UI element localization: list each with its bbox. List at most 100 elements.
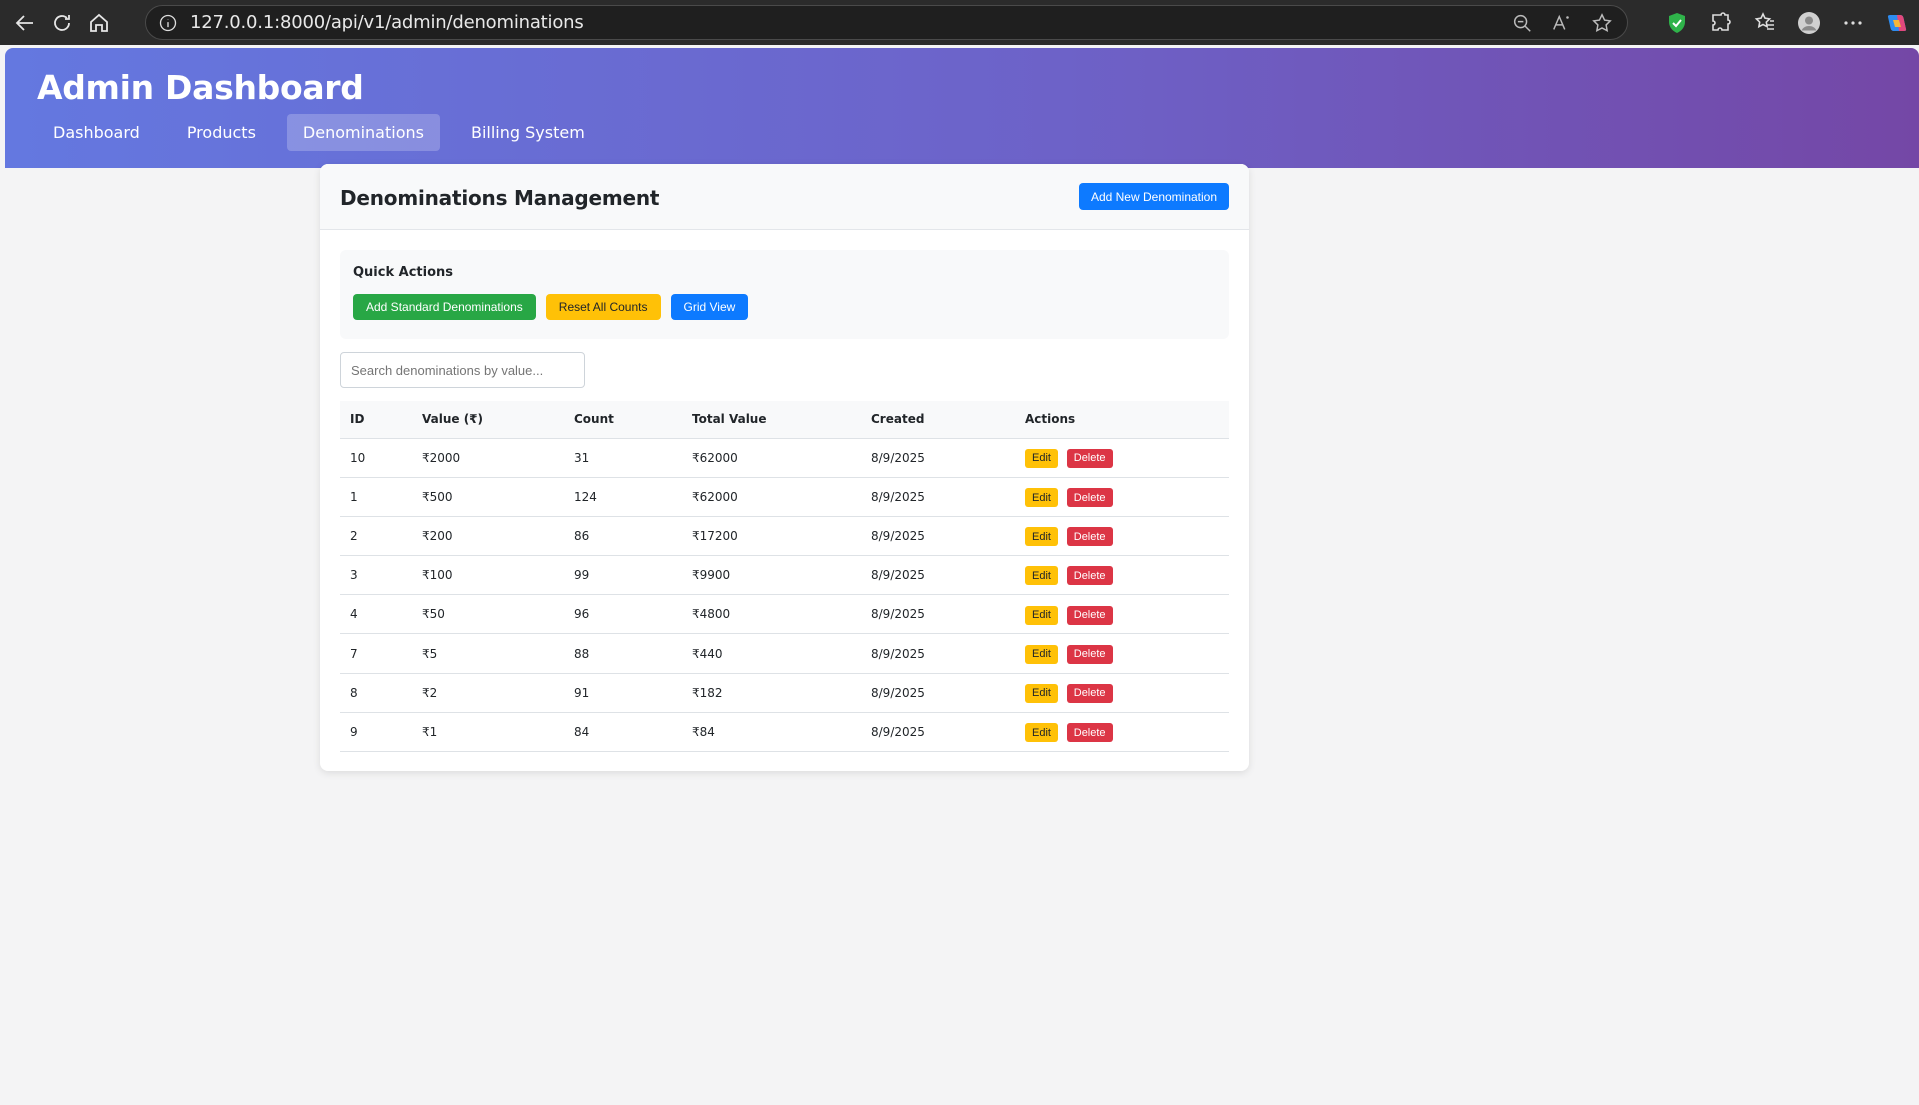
shield-extension-icon[interactable] bbox=[1655, 0, 1699, 45]
edit-button[interactable]: Edit bbox=[1025, 566, 1058, 586]
main-nav: Dashboard Products Denominations Billing… bbox=[37, 114, 1919, 151]
col-count: Count bbox=[564, 401, 682, 439]
url-text: 127.0.0.1:8000/api/v1/admin/denomination… bbox=[190, 12, 584, 33]
reset-all-counts-button[interactable]: Reset All Counts bbox=[545, 294, 661, 320]
cell-value: ₹50 bbox=[412, 594, 564, 635]
cell-created: 8/9/2025 bbox=[861, 712, 1015, 753]
cell-total-value: ₹440 bbox=[682, 633, 861, 674]
app-header: Admin Dashboard Dashboard Products Denom… bbox=[5, 48, 1919, 168]
cell-value: ₹2000 bbox=[412, 438, 564, 478]
cell-count: 88 bbox=[564, 633, 682, 674]
cell-total-value: ₹9900 bbox=[682, 555, 861, 596]
cell-id: 8 bbox=[340, 673, 412, 713]
cell-total-value: ₹17200 bbox=[682, 516, 861, 557]
nav-billing-system[interactable]: Billing System bbox=[455, 114, 601, 151]
col-total-value: Total Value bbox=[682, 401, 861, 439]
app-window: Admin Dashboard Dashboard Products Denom… bbox=[5, 48, 1919, 1105]
cell-actions: Edit Delete bbox=[1015, 633, 1229, 674]
delete-button[interactable]: Delete bbox=[1066, 683, 1113, 703]
cell-actions: Edit Delete bbox=[1015, 712, 1229, 753]
edit-button[interactable]: Edit bbox=[1025, 488, 1058, 508]
col-value: Value (₹) bbox=[412, 401, 564, 439]
delete-button[interactable]: Delete bbox=[1066, 605, 1113, 625]
cell-actions: Edit Delete bbox=[1015, 438, 1229, 478]
cell-created: 8/9/2025 bbox=[861, 594, 1015, 635]
cell-actions: Edit Delete bbox=[1015, 673, 1229, 713]
cell-actions: Edit Delete bbox=[1015, 516, 1229, 557]
cell-count: 124 bbox=[564, 477, 682, 517]
cell-count: 86 bbox=[564, 516, 682, 557]
read-aloud-icon[interactable] bbox=[1551, 12, 1573, 34]
quick-actions-title: Quick Actions bbox=[353, 265, 454, 280]
cell-created: 8/9/2025 bbox=[861, 633, 1015, 674]
search-input[interactable] bbox=[340, 352, 585, 388]
col-actions: Actions bbox=[1015, 401, 1229, 439]
copilot-icon[interactable] bbox=[1875, 0, 1919, 45]
nav-products[interactable]: Products bbox=[171, 114, 272, 151]
refresh-icon[interactable] bbox=[45, 6, 79, 40]
card-header: Denominations Management Add New Denomin… bbox=[320, 164, 1249, 230]
edit-button[interactable]: Edit bbox=[1025, 605, 1058, 625]
table-row: 10 ₹2000 31 ₹62000 8/9/2025 Edit Delete bbox=[340, 438, 1229, 478]
table-row: 7 ₹5 88 ₹440 8/9/2025 Edit Delete bbox=[340, 633, 1229, 674]
nav-denominations[interactable]: Denominations bbox=[286, 114, 440, 151]
cell-total-value: ₹84 bbox=[682, 712, 861, 753]
cell-id: 9 bbox=[340, 712, 412, 753]
col-id: ID bbox=[340, 401, 412, 439]
edit-button[interactable]: Edit bbox=[1025, 448, 1058, 468]
back-icon[interactable] bbox=[8, 6, 42, 40]
cell-value: ₹2 bbox=[412, 673, 564, 713]
cell-created: 8/9/2025 bbox=[861, 438, 1015, 478]
table-row: 3 ₹100 99 ₹9900 8/9/2025 Edit Delete bbox=[340, 555, 1229, 596]
cell-id: 4 bbox=[340, 594, 412, 635]
table-row: 8 ₹2 91 ₹182 8/9/2025 Edit Delete bbox=[340, 673, 1229, 713]
cell-created: 8/9/2025 bbox=[861, 516, 1015, 557]
cell-actions: Edit Delete bbox=[1015, 477, 1229, 517]
table-row: 1 ₹500 124 ₹62000 8/9/2025 Edit Delete bbox=[340, 477, 1229, 517]
table-row: 4 ₹50 96 ₹4800 8/9/2025 Edit Delete bbox=[340, 594, 1229, 635]
cell-actions: Edit Delete bbox=[1015, 555, 1229, 596]
cell-value: ₹500 bbox=[412, 477, 564, 517]
cell-total-value: ₹62000 bbox=[682, 477, 861, 517]
favorites-list-icon[interactable] bbox=[1743, 0, 1787, 45]
cell-created: 8/9/2025 bbox=[861, 477, 1015, 517]
edit-button[interactable]: Edit bbox=[1025, 683, 1058, 703]
home-icon[interactable] bbox=[82, 6, 116, 40]
cell-value: ₹5 bbox=[412, 633, 564, 674]
zoom-out-icon[interactable] bbox=[1511, 12, 1533, 34]
table-header-row: ID Value (₹) Count Total Value Created A… bbox=[340, 401, 1229, 439]
delete-button[interactable]: Delete bbox=[1066, 488, 1113, 508]
delete-button[interactable]: Delete bbox=[1066, 527, 1113, 547]
favorite-star-icon[interactable] bbox=[1591, 12, 1613, 34]
site-info-icon[interactable] bbox=[158, 13, 178, 33]
edit-button[interactable]: Edit bbox=[1025, 527, 1058, 547]
add-standard-denominations-button[interactable]: Add Standard Denominations bbox=[353, 294, 536, 320]
more-menu-icon[interactable] bbox=[1831, 0, 1875, 45]
cell-value: ₹200 bbox=[412, 516, 564, 557]
delete-button[interactable]: Delete bbox=[1066, 566, 1113, 586]
card-title: Denominations Management bbox=[340, 186, 660, 210]
cell-count: 99 bbox=[564, 555, 682, 596]
delete-button[interactable]: Delete bbox=[1066, 448, 1113, 468]
cell-total-value: ₹182 bbox=[682, 673, 861, 713]
cell-count: 96 bbox=[564, 594, 682, 635]
add-new-denomination-button[interactable]: Add New Denomination bbox=[1079, 183, 1229, 210]
address-bar[interactable]: 127.0.0.1:8000/api/v1/admin/denomination… bbox=[145, 5, 1628, 40]
nav-dashboard[interactable]: Dashboard bbox=[37, 114, 156, 151]
extensions-puzzle-icon[interactable] bbox=[1699, 0, 1743, 45]
denominations-table: ID Value (₹) Count Total Value Created A… bbox=[340, 401, 1229, 753]
cell-actions: Edit Delete bbox=[1015, 594, 1229, 635]
delete-button[interactable]: Delete bbox=[1066, 723, 1113, 743]
cell-value: ₹1 bbox=[412, 712, 564, 753]
quick-actions-panel: Quick Actions Add Standard Denominations… bbox=[340, 250, 1229, 339]
denominations-card: Denominations Management Add New Denomin… bbox=[320, 164, 1249, 771]
grid-view-button[interactable]: Grid View bbox=[670, 294, 749, 320]
delete-button[interactable]: Delete bbox=[1066, 644, 1113, 664]
cell-id: 2 bbox=[340, 516, 412, 557]
browser-toolbar: 127.0.0.1:8000/api/v1/admin/denomination… bbox=[0, 0, 1919, 45]
edit-button[interactable]: Edit bbox=[1025, 723, 1058, 743]
cell-id: 1 bbox=[340, 477, 412, 517]
page-title: Admin Dashboard bbox=[37, 68, 364, 107]
profile-avatar-icon[interactable] bbox=[1787, 0, 1831, 45]
edit-button[interactable]: Edit bbox=[1025, 644, 1058, 664]
